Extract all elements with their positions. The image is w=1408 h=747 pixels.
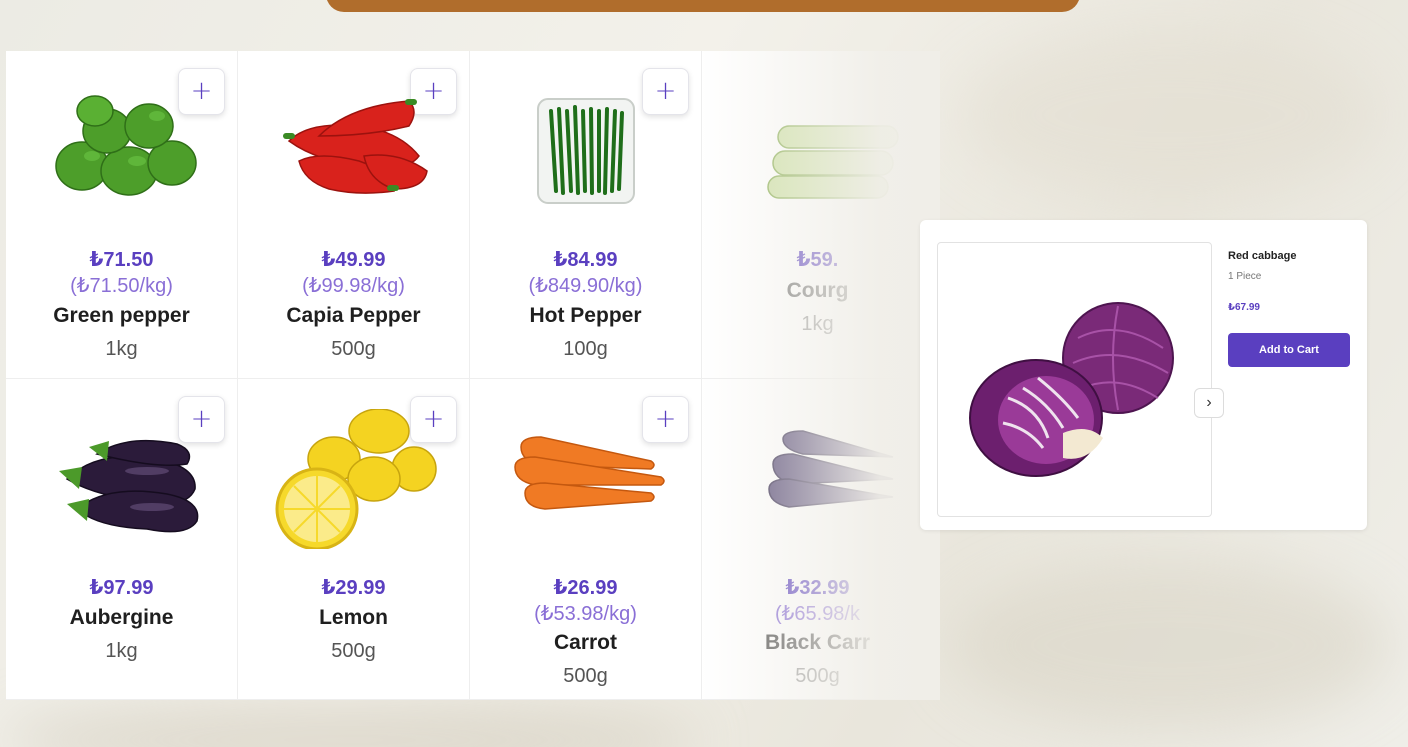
product-card[interactable]: + ₺84.99 (₺849.90/kg) Hot Pepper 100g xyxy=(470,51,702,379)
black-carrot-icon xyxy=(702,409,933,549)
next-image-button[interactable]: › xyxy=(1194,388,1224,418)
hot-pepper-icon xyxy=(470,81,701,221)
product-weight: 1kg xyxy=(105,338,138,360)
product-name: Courg xyxy=(786,279,849,302)
product-weight: 500g xyxy=(795,665,840,687)
product-detail-quantity: 1 Piece xyxy=(1228,271,1262,282)
product-card[interactable]: + ₺71.50 (₺71.50/kg) Green pepper 1kg xyxy=(6,51,238,379)
product-price: ₺49.99 xyxy=(321,249,386,271)
red-cabbage-icon xyxy=(968,298,1178,493)
product-weight: 1kg xyxy=(105,640,138,662)
product-price: ₺32.99 xyxy=(785,577,850,599)
product-card[interactable]: ₺59. Courg 1kg xyxy=(702,51,934,379)
product-unit-price: (₺849.90/kg) xyxy=(528,275,643,297)
product-card[interactable]: + ₺29.99 Lemon 500g xyxy=(238,379,470,700)
add-to-cart-button[interactable]: Add to Cart xyxy=(1228,333,1350,367)
courgette-icon xyxy=(702,81,933,221)
red-pepper-icon xyxy=(238,81,469,221)
background-blur xyxy=(960,30,1380,200)
product-name: Carrot xyxy=(553,631,617,654)
product-weight: 500g xyxy=(563,665,608,687)
product-name: Black Carr xyxy=(764,631,871,654)
product-name: Hot Pepper xyxy=(529,304,642,327)
lemon-icon xyxy=(238,409,469,549)
product-detail-name: Red cabbage xyxy=(1228,250,1297,262)
product-unit-price: (₺53.98/kg) xyxy=(534,603,637,625)
product-name: Aubergine xyxy=(69,606,174,629)
product-name: Lemon xyxy=(319,606,388,629)
carrot-icon xyxy=(470,409,701,549)
background-blur-bottom xyxy=(950,560,1390,730)
product-weight: 500g xyxy=(331,640,376,662)
product-card[interactable]: ₺32.99 (₺65.98/k Black Carr 500g xyxy=(702,379,934,700)
green-pepper-icon xyxy=(6,81,237,221)
product-unit-price: (₺71.50/kg) xyxy=(70,275,173,297)
product-unit-price: (₺99.98/kg) xyxy=(302,275,405,297)
product-card[interactable]: + ₺97.99 Aubergine 1kg xyxy=(6,379,238,700)
product-price: ₺84.99 xyxy=(553,249,618,271)
product-image-frame: › xyxy=(937,242,1224,517)
product-name: Green pepper xyxy=(53,304,190,327)
product-price: ₺71.50 xyxy=(89,249,154,271)
product-detail-panel: › Red cabbage 1 Piece ₺67.99 Add to Cart xyxy=(920,220,1367,530)
product-card[interactable]: + ₺49.99 (₺99.98/kg) Capia Pepper 500g xyxy=(238,51,470,379)
background-blur-left xyxy=(0,700,700,747)
product-detail-price: ₺67.99 xyxy=(1228,302,1260,313)
top-banner-bar xyxy=(326,0,1080,12)
product-weight: 100g xyxy=(563,338,608,360)
aubergine-icon xyxy=(6,409,237,549)
product-weight: 500g xyxy=(331,338,376,360)
product-name: Capia Pepper xyxy=(286,304,421,327)
product-card[interactable]: + ₺26.99 (₺53.98/kg) Carrot 500g xyxy=(470,379,702,700)
product-price: ₺26.99 xyxy=(553,577,618,599)
product-price: ₺59. xyxy=(796,249,839,271)
product-grid: + ₺71.50 (₺71.50/kg) Green pepper 1kg + xyxy=(6,51,934,700)
product-price: ₺97.99 xyxy=(89,577,154,599)
product-unit-price: (₺65.98/k xyxy=(775,603,860,625)
product-weight: 1kg xyxy=(801,313,834,335)
product-price: ₺29.99 xyxy=(321,577,386,599)
